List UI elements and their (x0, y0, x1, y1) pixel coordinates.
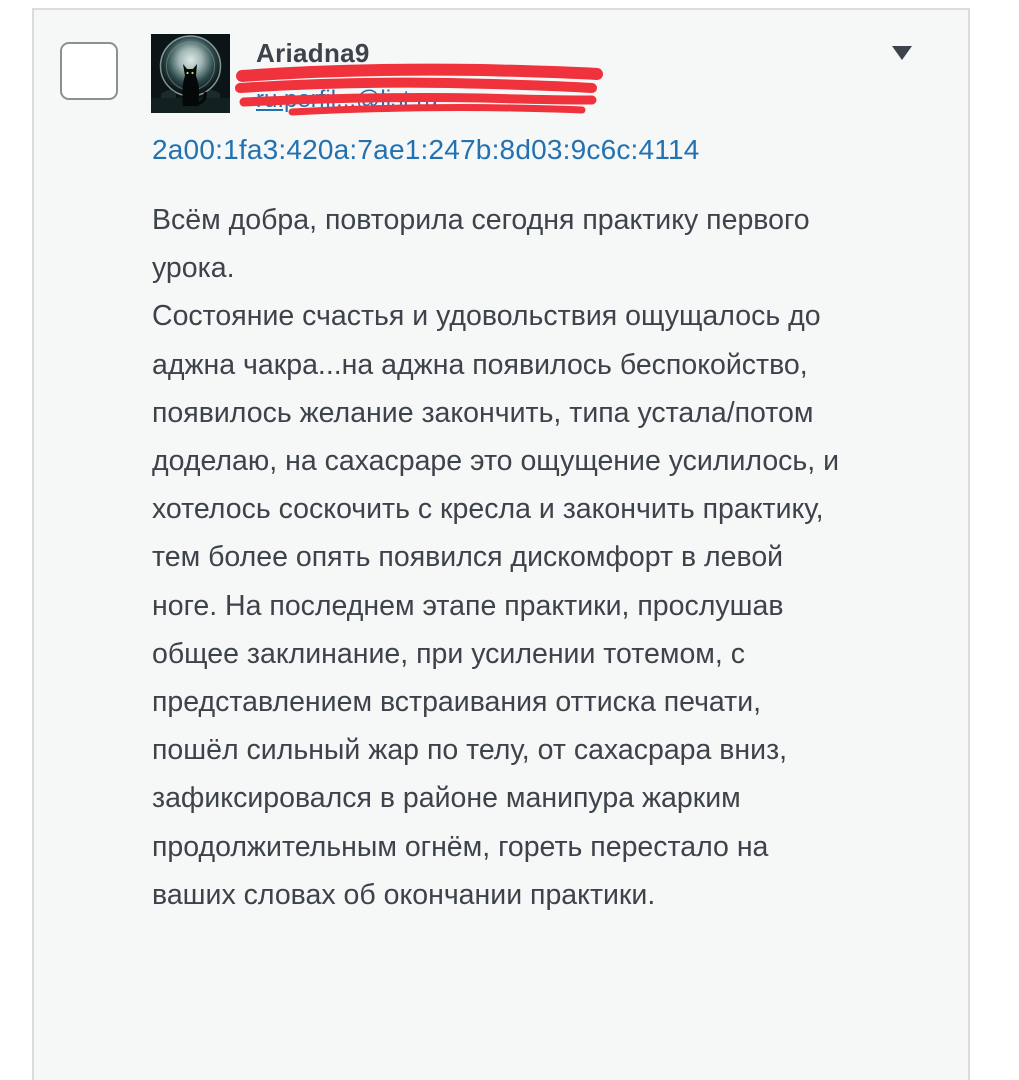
avatar (151, 34, 230, 113)
comment-paragraph: Всём добра, повторила сегодня практику п… (152, 204, 810, 285)
triangle-down-icon (892, 46, 912, 60)
page: Ariadna9 ru.perfil...@list.ru 2a00:1fa3:… (0, 0, 1019, 1080)
comment-text: Всём добра, повторила сегодня практику п… (152, 196, 852, 919)
black-cat-avatar-icon (151, 34, 230, 113)
author-profile-link[interactable]: ru.perfil...@list.ru (256, 86, 576, 114)
row-actions-toggle[interactable] (890, 44, 914, 62)
comment-author-name[interactable]: Ariadna9 (256, 38, 370, 69)
author-ip-link[interactable]: 2a00:1fa3:420a:7ae1:247b:8d03:9c6c:4114 (152, 134, 700, 166)
comment-paragraph: Состояние счастья и удовольствия ощущало… (152, 300, 840, 911)
select-comment-checkbox[interactable] (60, 42, 118, 100)
